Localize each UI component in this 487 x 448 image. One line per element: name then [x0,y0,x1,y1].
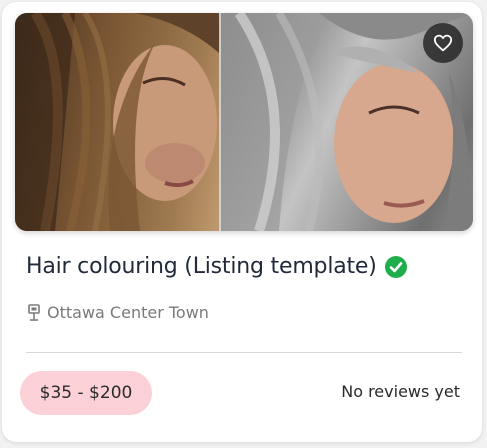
card-divider [26,352,462,353]
image-split-divider [219,13,221,231]
check-circle-icon [384,255,407,278]
listing-location: Ottawa Center Town [27,303,209,322]
favorite-button[interactable] [423,23,463,63]
reviews-status[interactable]: No reviews yet [341,382,460,401]
listing-card[interactable]: Hair colouring (Listing template) Ottawa… [2,2,482,442]
before-photo [15,13,219,231]
listing-image[interactable] [15,13,473,231]
price-badge: $35 - $200 [20,371,152,415]
location-text: Ottawa Center Town [47,303,209,322]
listing-title[interactable]: Hair colouring (Listing template) [26,254,377,279]
heart-outline-icon [433,34,453,52]
listing-title-row[interactable]: Hair colouring (Listing template) [26,254,407,279]
map-pin-icon [27,303,41,322]
